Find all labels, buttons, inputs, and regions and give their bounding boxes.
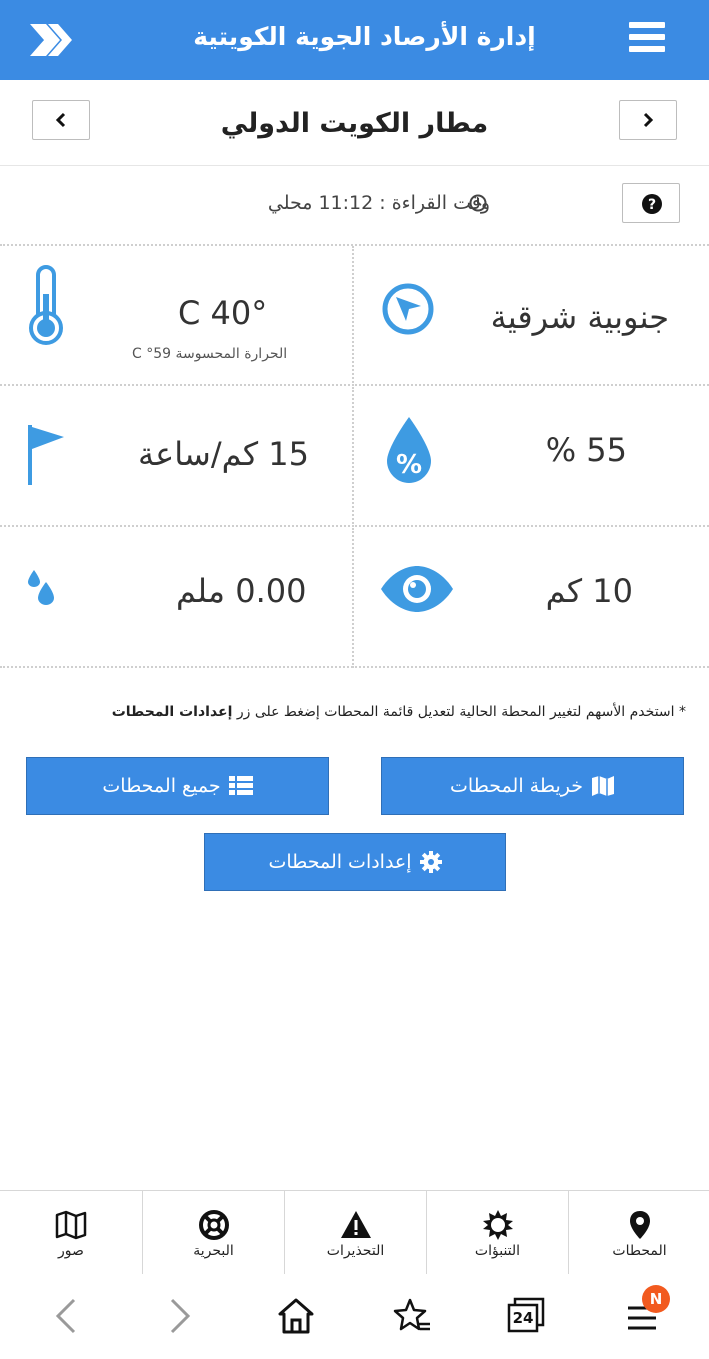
tab-label: البحرية — [193, 1243, 234, 1259]
wind-speed-cell: 15 كم/ساعة — [0, 387, 354, 527]
wind-speed-value: 15 كم/ساعة — [138, 435, 310, 473]
map-icon — [55, 1210, 87, 1240]
all-stations-button[interactable]: جميع المحطات — [26, 757, 329, 815]
question-icon: ? — [642, 194, 662, 214]
home-icon[interactable] — [276, 1294, 316, 1338]
lifebuoy-icon — [198, 1210, 229, 1240]
flag-icon — [28, 425, 64, 485]
compass-icon — [382, 283, 434, 335]
humidity-value: 55 % — [545, 431, 627, 469]
location-pin-icon — [629, 1211, 650, 1239]
logo-icon[interactable] — [26, 20, 76, 60]
chevron-left-icon — [55, 112, 66, 128]
temperature-cell: 40° C الحرارة المحسوسة 59° C — [0, 246, 354, 386]
visibility-value: 10 كم — [545, 572, 633, 610]
station-name: مطار الكويت الدولي — [220, 108, 489, 139]
clock-icon — [469, 194, 487, 212]
temperature-value: 40° C — [178, 294, 268, 332]
chevron-right-icon — [643, 112, 654, 128]
app-title: إدارة الأرصاد الجوية الكويتية — [193, 22, 536, 51]
tab-label: التحذيرات — [326, 1243, 385, 1259]
warning-icon — [340, 1211, 371, 1238]
note-text: * استخدم الأسهم لتغيير المحطة الحالية لت… — [232, 704, 686, 720]
back-arrow-icon[interactable] — [46, 1294, 86, 1338]
tab-photos[interactable]: صور — [0, 1191, 142, 1275]
rainfall-cell: 0.00 ملم — [0, 528, 354, 668]
help-button[interactable]: ? — [622, 183, 680, 223]
tab-warnings[interactable]: التحذيرات — [284, 1191, 426, 1275]
reading-time: وقت القراءة : 11:12 محلي — [267, 192, 490, 214]
reading-time-row: وقت القراءة : 11:12 محلي — [0, 166, 709, 244]
forward-arrow-icon[interactable] — [160, 1294, 200, 1338]
menu-icon[interactable] — [629, 22, 665, 54]
svg-text:?: ? — [648, 197, 656, 213]
sun-icon — [482, 1210, 513, 1240]
station-settings-button[interactable]: إعدادات المحطات — [204, 833, 506, 891]
list-icon — [228, 776, 253, 795]
previous-station-button[interactable] — [32, 100, 90, 140]
bookmark-star-icon[interactable] — [392, 1294, 432, 1338]
tab-count: 24 — [512, 1309, 534, 1327]
stations-map-label: خريطة المحطات — [450, 775, 583, 797]
tab-label: التنبؤات — [474, 1243, 521, 1259]
help-note: * استخدم الأسهم لتغيير المحطة الحالية لت… — [24, 704, 686, 720]
humidity-cell: % 55 % — [355, 387, 709, 527]
next-station-button[interactable] — [619, 100, 677, 140]
wind-direction-cell: جنوبية شرقية — [355, 246, 709, 386]
station-selector: مطار الكويت الدولي — [0, 80, 709, 166]
notification-badge: N — [642, 1285, 670, 1313]
visibility-cell: 10 كم — [355, 528, 709, 668]
tab-stations[interactable]: المحطات — [568, 1191, 709, 1275]
humidity-drop-icon: % — [387, 417, 431, 483]
all-stations-label: جميع المحطات — [102, 775, 221, 797]
rainfall-value: 0.00 ملم — [176, 572, 307, 610]
tab-label: صور — [58, 1243, 84, 1259]
eye-icon — [381, 566, 453, 612]
weather-grid: 40° C الحرارة المحسوسة 59° C جنوبية شرقي… — [0, 244, 709, 668]
gear-icon — [419, 851, 442, 873]
tab-label: المحطات — [612, 1243, 667, 1259]
stations-map-button[interactable]: خريطة المحطات — [381, 757, 684, 815]
app-header: إدارة الأرصاد الجوية الكويتية — [0, 0, 709, 80]
rain-drops-icon — [28, 570, 54, 605]
tab-switcher-button[interactable]: 24 — [506, 1296, 546, 1336]
map-icon — [591, 776, 614, 796]
station-settings-label: إعدادات المحطات — [268, 851, 412, 873]
browser-nav-bar — [0, 1274, 709, 1359]
note-bold-text: إعدادات المحطات — [111, 704, 233, 720]
feels-like-value: الحرارة المحسوسة 59° C — [132, 346, 288, 362]
svg-text:%: % — [396, 450, 422, 480]
tab-marine[interactable]: البحرية — [142, 1191, 284, 1275]
wind-direction-value: جنوبية شرقية — [490, 298, 669, 336]
thermometer-icon — [29, 265, 63, 345]
tab-forecasts[interactable]: التنبؤات — [426, 1191, 568, 1275]
bottom-tab-bar: صور البحرية التحذيرات التنبؤات المحطات — [0, 1190, 709, 1275]
